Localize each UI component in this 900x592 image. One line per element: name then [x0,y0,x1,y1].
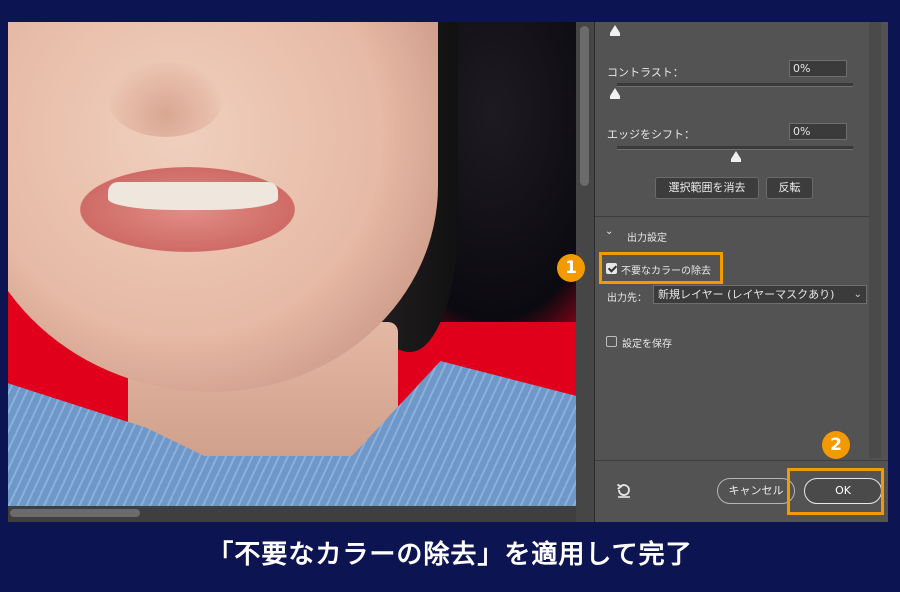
section-divider [595,216,869,217]
edge-shift-label: エッジをシフト： [607,128,695,141]
invert-button[interactable]: 反転 [766,177,813,199]
edge-shift-slider-thumb[interactable] [731,151,741,162]
chevron-down-icon: ⌄ [853,289,862,300]
caption-text: 「不要なカラーの除去」を適用して完了 [207,540,693,570]
decontaminate-highlight [599,252,723,284]
save-settings-checkbox[interactable] [606,336,617,347]
clear-selection-button[interactable]: 選択範囲を消去 [655,177,759,199]
output-to-value: 新規レイヤー (レイヤーマスクあり) [658,288,835,301]
ok-highlight [787,468,884,515]
vertical-scroll-thumb[interactable] [580,26,589,186]
teeth-region [108,182,278,210]
cancel-button[interactable]: キャンセル [717,478,795,504]
chevron-down-icon[interactable]: ⌄ [605,226,613,237]
app-window: コントラスト： 0% エッジをシフト： 0% 選択範囲を消去 反転 ⌄ 出力設定… [8,22,888,522]
panel-scrollbar[interactable] [869,22,881,458]
contrast-slider[interactable] [617,83,853,87]
output-to-select[interactable]: 新規レイヤー (レイヤーマスクあり) ⌄ [653,285,867,304]
contrast-label: コントラスト： [607,66,684,79]
output-settings-header[interactable]: 出力設定 [627,229,667,244]
step-badge-1: 1 [557,254,585,282]
edge-shift-slider[interactable] [617,146,853,150]
nose-region [108,62,223,137]
horizontal-scroll-thumb[interactable] [10,509,140,517]
reset-icon[interactable] [615,481,633,499]
contrast-input[interactable]: 0% [789,60,847,77]
image-canvas[interactable] [8,22,576,506]
save-settings-label[interactable]: 設定を保存 [622,335,672,350]
edge-shift-input[interactable]: 0% [789,123,847,140]
contrast-slider-thumb[interactable] [610,88,620,99]
step-badge-2: 2 [822,431,850,459]
output-to-label: 出力先： [607,293,647,304]
smooth-slider-thumb[interactable] [610,25,620,36]
